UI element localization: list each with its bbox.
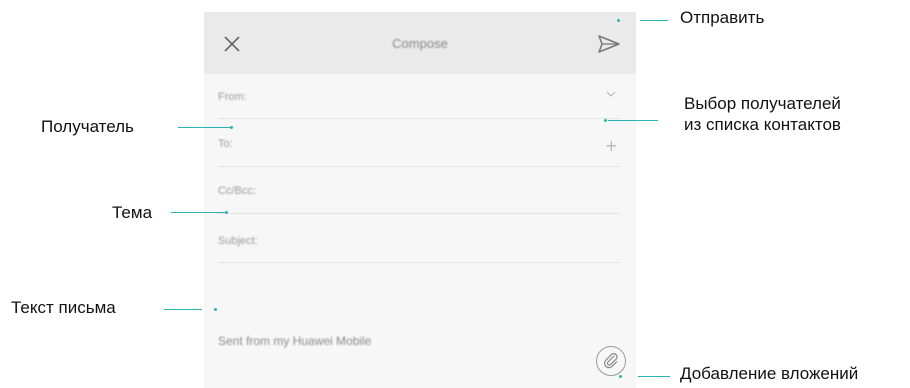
- compose-topbar: Compose: [204, 12, 636, 74]
- divider: [218, 166, 620, 167]
- annotation-line: [640, 20, 668, 21]
- subject-field[interactable]: Subject:: [218, 235, 258, 247]
- label-recipient: Получатель: [41, 117, 134, 136]
- chevron-down-icon[interactable]: [606, 90, 616, 98]
- send-icon[interactable]: [596, 32, 622, 56]
- annotation-line: [608, 120, 658, 121]
- annotation-dot: [619, 375, 622, 378]
- label-send: Отправить: [680, 8, 765, 27]
- annotation-dot: [214, 308, 217, 311]
- annotation-dot: [604, 119, 607, 122]
- label-attachments: Добавление вложений: [680, 364, 859, 383]
- divider: [218, 118, 620, 119]
- label-body: Текст письма: [11, 298, 116, 317]
- annotation-dot: [617, 19, 620, 22]
- plus-icon[interactable]: +: [605, 136, 618, 155]
- annotation-line: [178, 127, 230, 128]
- label-choose-recipients-2: из списка контактов: [684, 115, 841, 134]
- email-signature[interactable]: Sent from my Huawei Mobile: [218, 334, 371, 348]
- paperclip-icon: [603, 353, 618, 369]
- annotation-dot: [225, 211, 228, 214]
- compose-screen: Compose From: To: + Cc/Bcc: Subject: Sen…: [204, 12, 636, 388]
- label-subject: Тема: [112, 203, 153, 222]
- to-field[interactable]: To:: [218, 138, 233, 150]
- from-field[interactable]: From:: [218, 91, 247, 103]
- label-choose-recipients-1: Выбор получателей: [684, 94, 841, 113]
- divider: [218, 262, 620, 263]
- divider: [218, 213, 620, 214]
- annotation-line: [171, 212, 225, 213]
- attach-button[interactable]: [596, 346, 626, 376]
- annotation-line: [164, 309, 202, 310]
- compose-title: Compose: [392, 36, 448, 51]
- ccbcc-field[interactable]: Cc/Bcc:: [218, 185, 256, 197]
- annotation-dot: [230, 126, 233, 129]
- annotation-line: [638, 376, 670, 377]
